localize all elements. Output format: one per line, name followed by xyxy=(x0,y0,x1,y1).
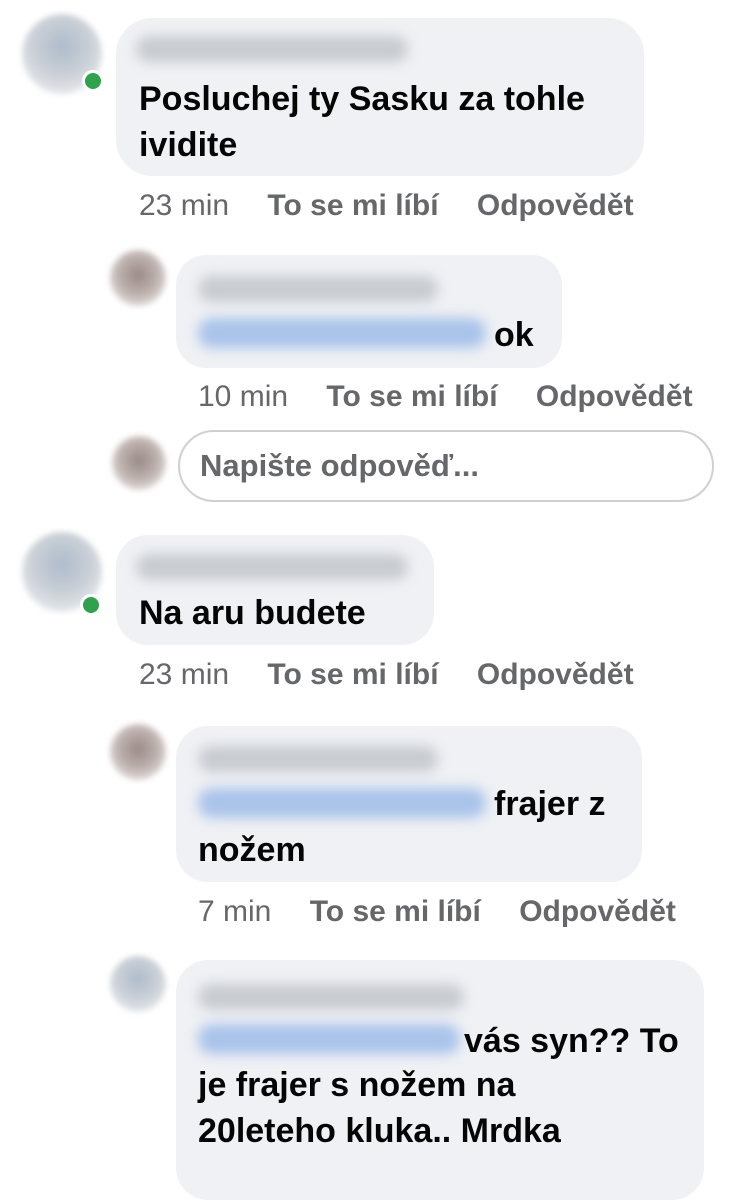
blurred-author-name[interactable] xyxy=(198,746,438,772)
blurred-author-name[interactable] xyxy=(198,276,438,302)
reply-button[interactable]: Odpovědět xyxy=(519,895,676,928)
replier-avatar[interactable] xyxy=(110,250,166,306)
reply-text-line-3: 20leteho kluka.. Mrdka xyxy=(198,1112,561,1150)
like-button[interactable]: To se mi líbí xyxy=(267,189,438,222)
comment-text-line-1: Posluchej ty Sasku za tohle xyxy=(139,80,585,118)
reply-text-line-2: nožem xyxy=(198,831,306,869)
comment-text-line-2: ividite xyxy=(139,126,238,164)
reply-button[interactable]: Odpovědět xyxy=(477,658,634,691)
blurred-author-name[interactable] xyxy=(136,554,408,580)
reply-input[interactable] xyxy=(180,432,712,500)
comment-timestamp[interactable]: 23 min xyxy=(139,658,229,691)
replier-avatar[interactable] xyxy=(110,724,166,780)
replier-avatar[interactable] xyxy=(110,956,166,1012)
reply-button[interactable]: Odpovědět xyxy=(536,380,693,413)
reply-text: ok xyxy=(494,316,534,354)
like-button[interactable]: To se mi líbí xyxy=(310,895,481,928)
comment-timestamp[interactable]: 23 min xyxy=(139,189,229,222)
blurred-mention-link[interactable] xyxy=(198,318,486,348)
reply-button[interactable]: Odpovědět xyxy=(477,189,634,222)
reply-meta: 7 min To se mi líbí Odpovědět xyxy=(198,894,676,930)
current-user-avatar xyxy=(112,436,166,490)
reply-meta: 10 min To se mi líbí Odpovědět xyxy=(198,379,693,415)
reply-text-line-2: je frajer s nožem na xyxy=(198,1066,516,1104)
blurred-mention-link[interactable] xyxy=(198,788,486,818)
comment-meta: 23 min To se mi líbí Odpovědět xyxy=(139,188,634,224)
reply-text-line-1: frajer z xyxy=(494,785,606,823)
reply-text-line-1: vás syn?? To xyxy=(464,1022,679,1060)
online-status-icon xyxy=(82,70,104,92)
comment-meta: 23 min To se mi líbí Odpovědět xyxy=(139,657,634,693)
reply-timestamp[interactable]: 10 min xyxy=(198,380,288,413)
like-button[interactable]: To se mi líbí xyxy=(326,380,497,413)
online-status-icon xyxy=(80,594,102,616)
reply-input-box[interactable] xyxy=(178,430,714,502)
blurred-author-name[interactable] xyxy=(198,984,464,1010)
blurred-author-name[interactable] xyxy=(136,36,408,62)
comment-text-line-1: Na aru budete xyxy=(139,594,366,632)
blurred-mention-link[interactable] xyxy=(198,1024,460,1054)
like-button[interactable]: To se mi líbí xyxy=(267,658,438,691)
reply-timestamp[interactable]: 7 min xyxy=(198,895,271,928)
